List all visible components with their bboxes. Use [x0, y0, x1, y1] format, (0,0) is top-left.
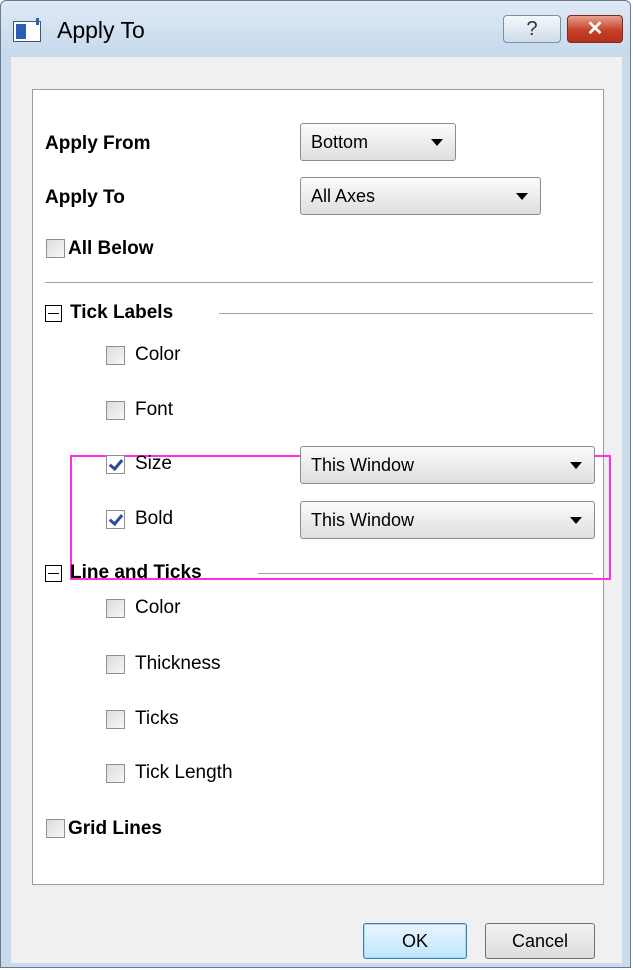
- bold-scope-dropdown[interactable]: This Window: [300, 501, 595, 539]
- all-below-label: All Below: [68, 238, 154, 259]
- apply-to-dropdown[interactable]: All Axes: [300, 177, 541, 215]
- line-and-ticks-heading: Line and Ticks: [70, 562, 202, 583]
- apply-from-dropdown[interactable]: Bottom: [300, 123, 456, 161]
- section-divider: [219, 313, 593, 314]
- chevron-down-icon: [516, 193, 528, 200]
- ok-button[interactable]: OK: [363, 923, 467, 959]
- tick-labels-size-checkbox[interactable]: [106, 455, 125, 474]
- tick-length-label: Tick Length: [135, 762, 233, 783]
- tick-labels-color-label: Color: [135, 344, 181, 365]
- tick-labels-font-label: Font: [135, 399, 174, 420]
- tick-labels-bold-checkbox[interactable]: [106, 510, 125, 529]
- tick-labels-size-label: Size: [135, 453, 172, 474]
- chevron-down-icon: [570, 462, 582, 469]
- apply-from-value: Bottom: [311, 132, 369, 152]
- settings-panel: Apply From Bottom Apply To All Axes All …: [32, 89, 611, 885]
- all-below-checkbox[interactable]: [46, 239, 65, 258]
- size-scope-value: This Window: [311, 455, 415, 475]
- cancel-button[interactable]: Cancel: [485, 923, 595, 959]
- tick-length-checkbox[interactable]: [106, 764, 125, 783]
- ticks-label: Ticks: [135, 708, 179, 729]
- line-color-label: Color: [135, 597, 181, 618]
- close-button[interactable]: ✕: [567, 15, 623, 43]
- dialog-title: Apply To: [57, 17, 145, 43]
- apply-to-value: All Axes: [311, 186, 376, 206]
- apply-from-label: Apply From: [45, 133, 151, 154]
- divider: [45, 282, 593, 283]
- ticks-checkbox[interactable]: [106, 710, 125, 729]
- tick-labels-heading: Tick Labels: [70, 302, 174, 323]
- grid-lines-label: Grid Lines: [68, 818, 162, 839]
- line-color-checkbox[interactable]: [106, 599, 125, 618]
- thickness-label: Thickness: [135, 653, 221, 674]
- bold-scope-value: This Window: [311, 510, 415, 530]
- app-window-icon: [13, 18, 41, 42]
- tick-labels-font-checkbox[interactable]: [106, 401, 125, 420]
- collapse-icon[interactable]: [45, 305, 62, 322]
- section-divider: [258, 573, 593, 574]
- size-scope-dropdown[interactable]: This Window: [300, 446, 595, 484]
- thickness-checkbox[interactable]: [106, 655, 125, 674]
- chevron-down-icon: [570, 517, 582, 524]
- collapse-icon[interactable]: [45, 565, 62, 582]
- chevron-down-icon: [431, 139, 443, 146]
- tick-labels-color-checkbox[interactable]: [106, 346, 125, 365]
- help-button[interactable]: ?: [503, 15, 561, 43]
- apply-to-dialog: Apply To ? ✕ Apply From Bottom Apply To …: [0, 0, 631, 968]
- grid-lines-checkbox[interactable]: [46, 819, 65, 838]
- apply-to-label: Apply To: [45, 187, 125, 208]
- title-bar[interactable]: Apply To ? ✕: [1, 1, 630, 57]
- tick-labels-bold-label: Bold: [135, 508, 174, 529]
- dialog-client-area: Apply From Bottom Apply To All Axes All …: [11, 57, 622, 963]
